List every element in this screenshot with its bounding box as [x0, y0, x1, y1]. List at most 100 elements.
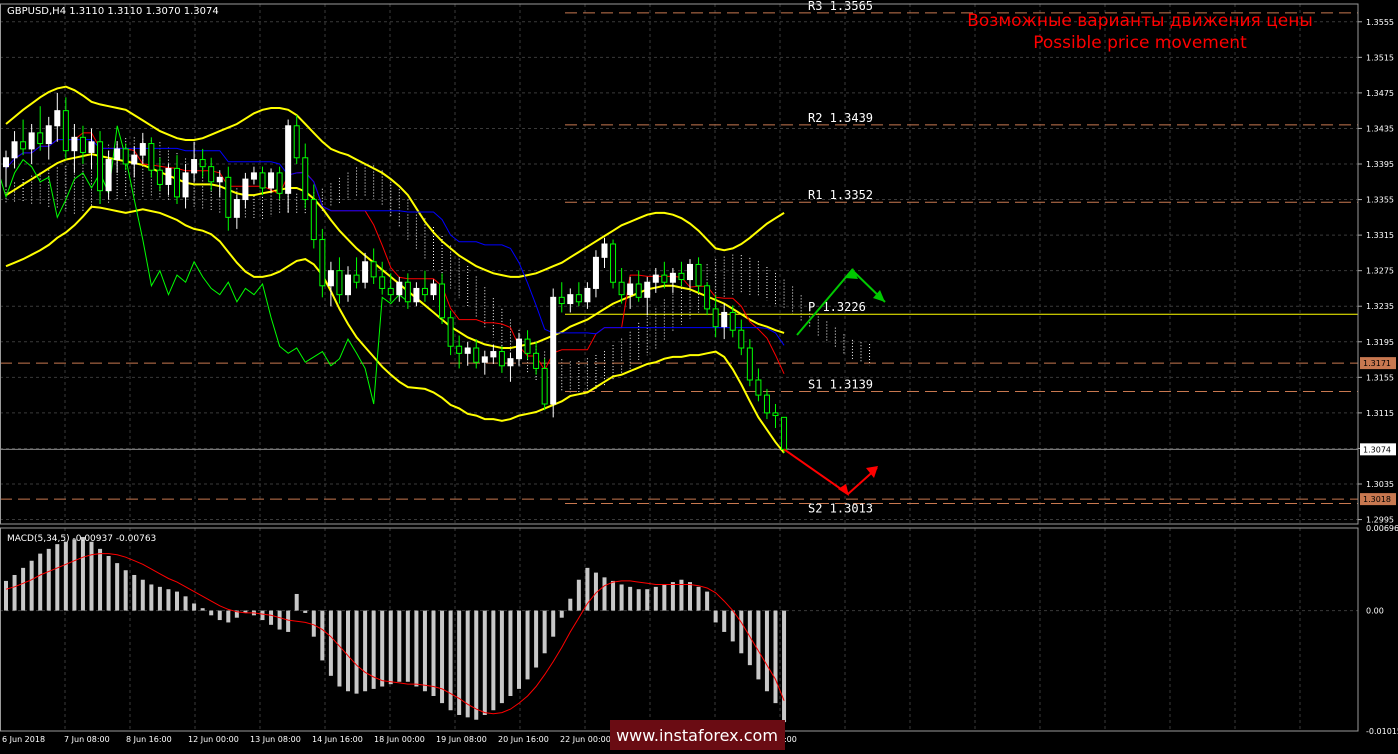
price-chart[interactable]: R3 1.3565R2 1.3439R1 1.3352P 1.3226S1 1.… — [0, 0, 1398, 750]
y-tick-label: 1.3115 — [1366, 409, 1394, 418]
candle-body — [63, 111, 68, 151]
candle-body — [679, 273, 684, 279]
macd-bar — [192, 603, 196, 610]
candle-body — [269, 173, 274, 188]
macd-bar — [500, 611, 504, 704]
macd-bar — [611, 581, 615, 611]
macd-bar — [517, 611, 521, 689]
macd-bar — [474, 611, 478, 720]
candle-body — [320, 240, 325, 286]
candle-body — [354, 275, 359, 282]
candle-body — [4, 158, 9, 167]
candle-body — [217, 177, 222, 181]
candle-body — [645, 282, 650, 297]
candle-body — [542, 368, 547, 404]
macd-bar — [107, 556, 111, 611]
macd-bar — [620, 584, 624, 610]
pivot-label-r1: R1 1.3352 — [808, 188, 873, 202]
macd-bar — [346, 611, 350, 692]
candle-body — [405, 282, 410, 302]
candle-body — [431, 284, 436, 295]
macd-bar — [577, 580, 581, 611]
chart-window: R3 1.3565R2 1.3439R1 1.3352P 1.3226S1 1.… — [0, 0, 1398, 750]
x-tick-label: 22 Jun 00:00 — [560, 735, 611, 744]
candle-body — [705, 286, 710, 309]
macd-bar — [654, 587, 658, 611]
symbol-header: GBPUSD,H4 1.3110 1.3110 1.3070 1.3074 — [7, 6, 219, 17]
candle-body — [132, 155, 137, 164]
macd-header: MACD(5,34,5) -0.00937 -0.00763 — [7, 534, 156, 544]
candle-body — [380, 277, 385, 289]
pivot-label-r2: R2 1.3439 — [808, 111, 873, 125]
candle-body — [311, 200, 316, 240]
candle-body — [670, 273, 675, 282]
candle-body — [337, 271, 342, 295]
x-tick-label: 18 Jun 00:00 — [374, 735, 425, 744]
candle-body — [251, 173, 256, 179]
title-en: Possible price movement — [1033, 33, 1247, 53]
candle-body — [619, 282, 624, 294]
candle-body — [611, 244, 616, 282]
x-tick-label: 19 Jun 08:00 — [436, 735, 487, 744]
macd-bar — [406, 611, 410, 682]
macd-bar — [534, 611, 538, 668]
candle-body — [465, 348, 470, 353]
candle-body — [508, 359, 513, 366]
macd-bar — [483, 611, 487, 715]
x-tick-label: 7 Jun 08:00 — [64, 735, 110, 744]
macd-bar — [320, 611, 324, 661]
pivot-label-s2: S2 1.3013 — [808, 502, 873, 516]
y-tick-label: 1.3355 — [1366, 196, 1394, 205]
macd-bar — [132, 575, 136, 611]
macd-bar — [124, 570, 128, 610]
candle-body — [149, 144, 154, 171]
macd-bar — [226, 611, 230, 623]
macd-bar — [526, 611, 530, 680]
macd-bar — [628, 587, 632, 611]
macd-bar — [329, 611, 333, 676]
macd-bar — [491, 611, 495, 711]
macd-bar — [449, 611, 453, 711]
macd-bar — [603, 577, 607, 610]
candle-body — [730, 312, 735, 330]
macd-bar — [115, 563, 119, 610]
macd-bar — [568, 599, 572, 611]
macd-bar — [722, 611, 726, 632]
candle-body — [628, 284, 633, 295]
macd-bar — [739, 611, 743, 654]
macd-bar — [397, 611, 401, 682]
pivot-label-s1: S1 1.3139 — [808, 378, 873, 392]
macd-bar — [38, 554, 42, 611]
candle-body — [98, 142, 103, 191]
candle-body — [457, 346, 462, 353]
macd-bar — [30, 561, 34, 611]
watermark: www.instaforex.com — [616, 726, 778, 745]
macd-bar — [731, 611, 735, 642]
candle-body — [585, 288, 590, 301]
macd-bar — [543, 611, 547, 654]
macd-bar — [662, 584, 666, 610]
x-tick-label: 14 Jun 16:00 — [312, 735, 363, 744]
y-tick-label: 1.3555 — [1366, 18, 1394, 27]
candle-body — [551, 297, 556, 404]
macd-bar — [261, 611, 265, 620]
y-tick-label: 1.3435 — [1366, 124, 1394, 133]
price-label: 1.3018 — [1363, 495, 1391, 504]
candle-body — [739, 330, 744, 348]
candle-body — [209, 167, 214, 182]
macd-y-tick-label: 0.00696 — [1366, 524, 1398, 533]
candle-body — [192, 160, 197, 173]
macd-bar — [466, 611, 470, 718]
macd-bar — [423, 611, 427, 692]
candle-body — [559, 297, 564, 303]
candle-body — [89, 142, 94, 153]
macd-bar — [269, 611, 273, 625]
x-tick-label: 20 Jun 16:00 — [498, 735, 549, 744]
candle-body — [593, 257, 598, 288]
macd-bar — [64, 542, 68, 611]
macd-y-tick-label: 0.00 — [1366, 607, 1384, 616]
macd-bar — [508, 611, 512, 696]
candle-body — [286, 126, 291, 194]
macd-bar — [47, 549, 51, 611]
candle-body — [499, 352, 504, 366]
